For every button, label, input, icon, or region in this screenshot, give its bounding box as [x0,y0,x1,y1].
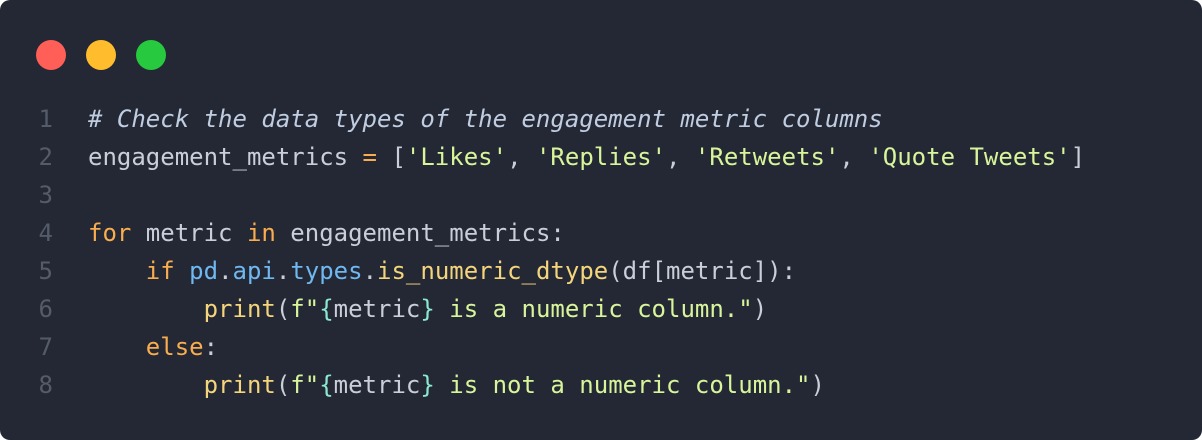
code-token-plain: . [362,257,378,285]
code-content: # Check the data types of the engagement… [53,100,883,138]
code-token-function: print [203,371,276,399]
code-token-keyword: else [145,333,204,361]
code-token-plain: , [666,143,695,171]
code-token-string: 'Likes' [405,143,508,171]
code-token-comment: # Check the data types of the engagement… [88,105,883,133]
code-content: for metric in engagement_metrics: [53,214,565,252]
code-token-brace: } [420,295,435,323]
code-token-string: 'Retweets' [694,143,840,171]
code-content [53,176,88,214]
maximize-dot-icon[interactable] [136,40,166,70]
code-token-plain: [ [377,143,406,171]
code-line: 3 [0,176,1085,214]
code-content: engagement_metrics = ['Likes', 'Replies'… [53,138,1085,176]
line-number: 4 [38,219,53,247]
code-line: 7 else: [0,328,1085,366]
line-number: 8 [38,371,53,399]
code-token-plain: ] [1070,143,1086,171]
code-token-plain: . [218,257,233,285]
code-content: print(f"{metric} is a numeric column.") [53,290,768,328]
code-token-function: is_numeric_dtype [377,257,609,285]
line-number: 2 [38,143,53,171]
code-token-keyword: if [145,257,175,285]
code-token-string: 'Replies' [535,143,667,171]
code-window: 1 # Check the data types of the engagemen… [0,0,1202,440]
code-token-plain: metric [333,371,421,399]
line-number: 5 [38,257,53,285]
code-token-attribute: types [290,257,363,285]
code-token-string: is not a numeric column." [434,371,811,399]
code-token-keyword: for [88,219,132,247]
code-token-plain: (df[metric]): [608,257,797,285]
code-line: 6 print(f"{metric} is a numeric column."… [0,290,1085,328]
code-token-plain: : [203,333,219,361]
line-number: 7 [38,333,53,361]
code-token-brace: } [420,371,435,399]
code-token-operator: = [362,143,377,171]
code-line: 5 if pd.api.types.is_numeric_dtype(df[me… [0,252,1085,290]
code-token-plain: engagement_metrics: [275,219,565,247]
line-number: 3 [38,181,53,209]
line-number: 6 [38,295,53,323]
code-token-attribute: api [232,257,276,285]
code-line: 4 for metric in engagement_metrics: [0,214,1085,252]
line-number: 1 [38,105,53,133]
code-line: 1 # Check the data types of the engagemen… [0,100,1085,138]
code-token-brace: { [319,371,334,399]
code-token-plain: ( [275,295,291,323]
code-token-string: 'Quote Tweets' [868,143,1071,171]
code-token-string: f" [290,371,320,399]
code-token-keyword: in [246,219,276,247]
code-token-plain: ) [810,371,825,399]
code-token-plain: , [507,143,536,171]
close-dot-icon[interactable] [36,40,66,70]
code-content: if pd.api.types.is_numeric_dtype(df[metr… [53,252,796,290]
minimize-dot-icon[interactable] [86,40,116,70]
code-token-plain: . [275,257,291,285]
code-token-attribute: pd [189,257,219,285]
code-token-plain: ( [275,371,291,399]
code-content: else: [53,328,218,366]
code-token-plain: ) [752,295,768,323]
code-content: print(f"{metric} is not a numeric column… [53,366,825,404]
window-controls [36,40,166,70]
code-token-function: print [203,295,276,323]
code-line: 2 engagement_metrics = ['Likes', 'Replies… [0,138,1086,176]
code-token-plain: metric [131,219,247,247]
code-token-plain: metric [333,295,421,323]
code-block: 1 # Check the data types of the engagemen… [0,100,1086,404]
code-token-plain: engagement_metrics [88,143,363,171]
code-token-string: f" [290,295,320,323]
code-token-brace: { [319,295,334,323]
code-token-string: is a numeric column." [434,295,753,323]
code-token-plain: , [839,143,869,171]
code-line: 8 print(f"{metric} is not a numeric colu… [0,366,1085,404]
